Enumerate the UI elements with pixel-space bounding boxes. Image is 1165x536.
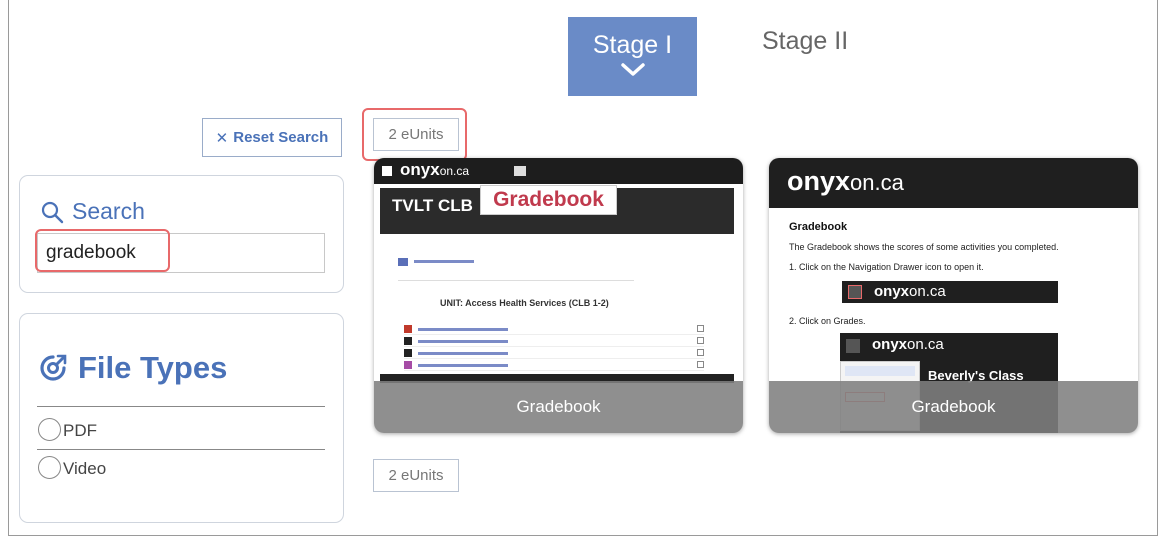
card-1-thumb-body: UNIT: Access Health Services (CLB 1-2)	[380, 236, 734, 386]
eunits-highlight	[362, 108, 467, 161]
search-title-label: Search	[72, 198, 145, 224]
menu-icon	[846, 339, 860, 353]
tab-stage-2[interactable]: Stage II	[762, 27, 848, 56]
x-icon: ✕	[215, 129, 229, 147]
card-2-caption: Gradebook	[769, 381, 1138, 433]
result-card-2[interactable]: onyxon.ca Gradebook The Gradebook shows …	[769, 158, 1138, 433]
result-card-1[interactable]: onyxon.ca TVLT CLB Gradebook UNIT: Acces…	[374, 158, 743, 433]
card-2-nav-strip: onyxon.ca	[842, 281, 1058, 303]
menu-icon	[382, 166, 392, 176]
list-item	[404, 325, 704, 335]
card-2-strip-logo: onyxon.ca	[874, 283, 946, 300]
card-2-screenshot-logo: onyxon.ca	[872, 336, 944, 353]
card-1-thumb-topbar: onyxon.ca	[374, 158, 743, 184]
search-title: Search	[40, 198, 145, 225]
file-types-icon	[40, 354, 67, 381]
pdf-radio[interactable]	[38, 418, 61, 441]
card-1-gradebook-label: Gradebook	[480, 185, 617, 215]
eunits-count-bottom: 2 eUnits	[373, 459, 459, 492]
card-2-heading: Gradebook	[789, 221, 848, 233]
card-2-line-1: The Gradebook shows the scores of some a…	[789, 242, 1059, 252]
card-2-line-3: 2. Click on Grades.	[789, 316, 866, 326]
menu-icon	[848, 285, 862, 299]
card-2-thumb-topbar: onyxon.ca	[769, 158, 1138, 208]
card-2-line-2: 1. Click on the Navigation Drawer icon t…	[789, 262, 984, 272]
file-types-panel: File Types PDF Video	[19, 313, 344, 523]
chevron-down-icon	[620, 63, 645, 76]
card-1-banner-text: TVLT CLB	[392, 196, 473, 215]
reset-search-button[interactable]: ✕ Reset Search	[202, 118, 342, 157]
file-type-pdf[interactable]: PDF	[38, 418, 97, 441]
tab-stage-1[interactable]: Stage I	[568, 17, 697, 96]
card-1-caption: Gradebook	[374, 381, 743, 433]
file-types-title: File Types	[38, 350, 227, 386]
divider	[37, 449, 325, 450]
search-icon	[41, 201, 64, 223]
announcement-icon	[398, 258, 408, 266]
card-1-logo: onyxon.ca	[400, 160, 470, 179]
video-label: Video	[63, 459, 107, 478]
announcement-link	[414, 260, 474, 263]
search-input-highlight	[35, 229, 170, 272]
card-2-logo: onyxon.ca	[787, 166, 904, 196]
video-radio[interactable]	[38, 456, 61, 479]
file-type-video[interactable]: Video	[38, 456, 106, 479]
tab-stage-1-label: Stage I	[592, 31, 673, 59]
divider	[398, 280, 634, 281]
collapse-icon	[514, 166, 526, 176]
list-item	[404, 349, 704, 359]
list-item	[404, 337, 704, 347]
pdf-label: PDF	[63, 421, 97, 440]
reset-search-label: Reset Search	[233, 129, 329, 146]
card-1-unit-heading: UNIT: Access Health Services (CLB 1-2)	[440, 298, 609, 308]
file-types-title-label: File Types	[78, 350, 228, 385]
drawer-item	[845, 366, 915, 376]
divider	[37, 406, 325, 407]
list-item	[404, 361, 704, 371]
